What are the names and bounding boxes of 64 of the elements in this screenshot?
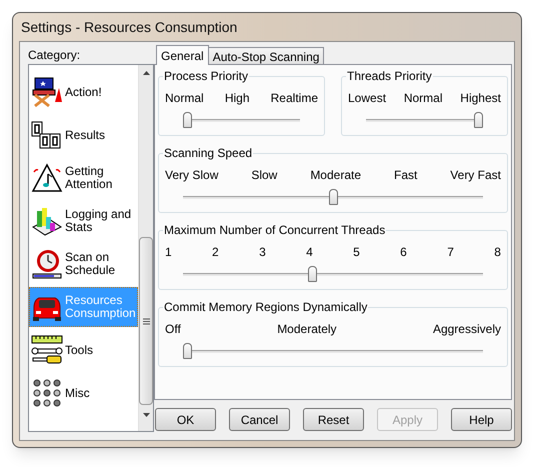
category-item[interactable]: Scan on Schedule	[29, 244, 138, 284]
tick-label: Normal	[165, 90, 204, 107]
slider-thumb[interactable]	[328, 189, 338, 205]
dialog-button[interactable]: OK	[155, 408, 216, 431]
tick-label: 5	[353, 244, 360, 261]
tick-label: 2	[212, 244, 219, 261]
ruler-tools-icon	[31, 334, 63, 366]
tick-label: Off	[165, 321, 181, 338]
tick-label: 1	[165, 244, 172, 261]
group-title: Scanning Speed	[163, 146, 254, 160]
warning-music-icon	[31, 162, 63, 194]
tick-label: 8	[494, 244, 501, 261]
director-chair-icon	[31, 76, 63, 108]
scroll-down-icon[interactable]	[142, 413, 150, 417]
slider[interactable]	[366, 112, 483, 128]
slider[interactable]	[183, 189, 483, 205]
tick-label: High	[224, 90, 250, 107]
category-item[interactable]: Tools	[29, 330, 138, 370]
dialog-button[interactable]: Reset	[303, 408, 364, 431]
group-title: Process Priority	[163, 69, 250, 83]
counter-digits-icon	[31, 119, 63, 151]
slider[interactable]	[183, 343, 483, 359]
tab[interactable]: General	[156, 45, 209, 65]
group-title: Threads Priority	[346, 69, 433, 83]
category-item[interactable]: Results	[29, 115, 138, 155]
alarm-clock-icon	[31, 248, 63, 280]
slider-thumb[interactable]	[183, 112, 192, 128]
category-item[interactable]: Action!	[29, 72, 138, 112]
tick-label: Realtime	[270, 90, 318, 107]
tick-label: Very Fast	[450, 167, 501, 184]
slider-thumb[interactable]	[474, 112, 483, 128]
dots-grid-icon	[31, 377, 63, 409]
tick-label: Fast	[394, 167, 418, 184]
slider[interactable]	[183, 266, 483, 282]
scroll-up-icon[interactable]	[142, 71, 150, 75]
slider-thumb[interactable]	[308, 266, 317, 282]
tick-label: 7	[447, 244, 454, 261]
tick-label: 3	[259, 244, 266, 261]
tick-label: Very Slow	[165, 167, 218, 184]
scroll-thumb[interactable]	[139, 237, 153, 405]
category-item[interactable]: Getting Attention	[29, 158, 138, 198]
dialog-button[interactable]: Cancel	[229, 408, 290, 431]
category-item[interactable]: Misc	[29, 373, 138, 413]
category-item[interactable]: Logging and Stats	[29, 201, 138, 241]
scrollbar[interactable]	[138, 65, 153, 431]
tick-label: Normal	[404, 90, 442, 107]
window-title: Settings - Resources Consumption	[21, 18, 238, 37]
group-title: Commit Memory Regions Dynamically	[163, 300, 368, 314]
tab[interactable]: Auto-Stop Scanning	[208, 47, 324, 64]
slider[interactable]	[183, 112, 300, 128]
tick-label: Aggressively	[432, 321, 501, 338]
group-title: Maximum Number of Concurrent Threads	[163, 223, 386, 237]
tick-label: Moderate	[310, 167, 362, 184]
tick-label: 6	[400, 244, 407, 261]
grip-icon	[142, 318, 150, 324]
tick-label: Lowest	[348, 90, 386, 107]
tick-label: Moderately	[277, 321, 337, 338]
bar-chart-icon	[31, 205, 63, 237]
tick-label: Slow	[251, 167, 278, 184]
category-label: Category:	[28, 47, 82, 64]
tick-label: 4	[306, 244, 313, 261]
tick-label: Highest	[460, 90, 501, 107]
dialog-button[interactable]: Help	[451, 408, 512, 431]
slider-thumb[interactable]	[183, 343, 192, 359]
